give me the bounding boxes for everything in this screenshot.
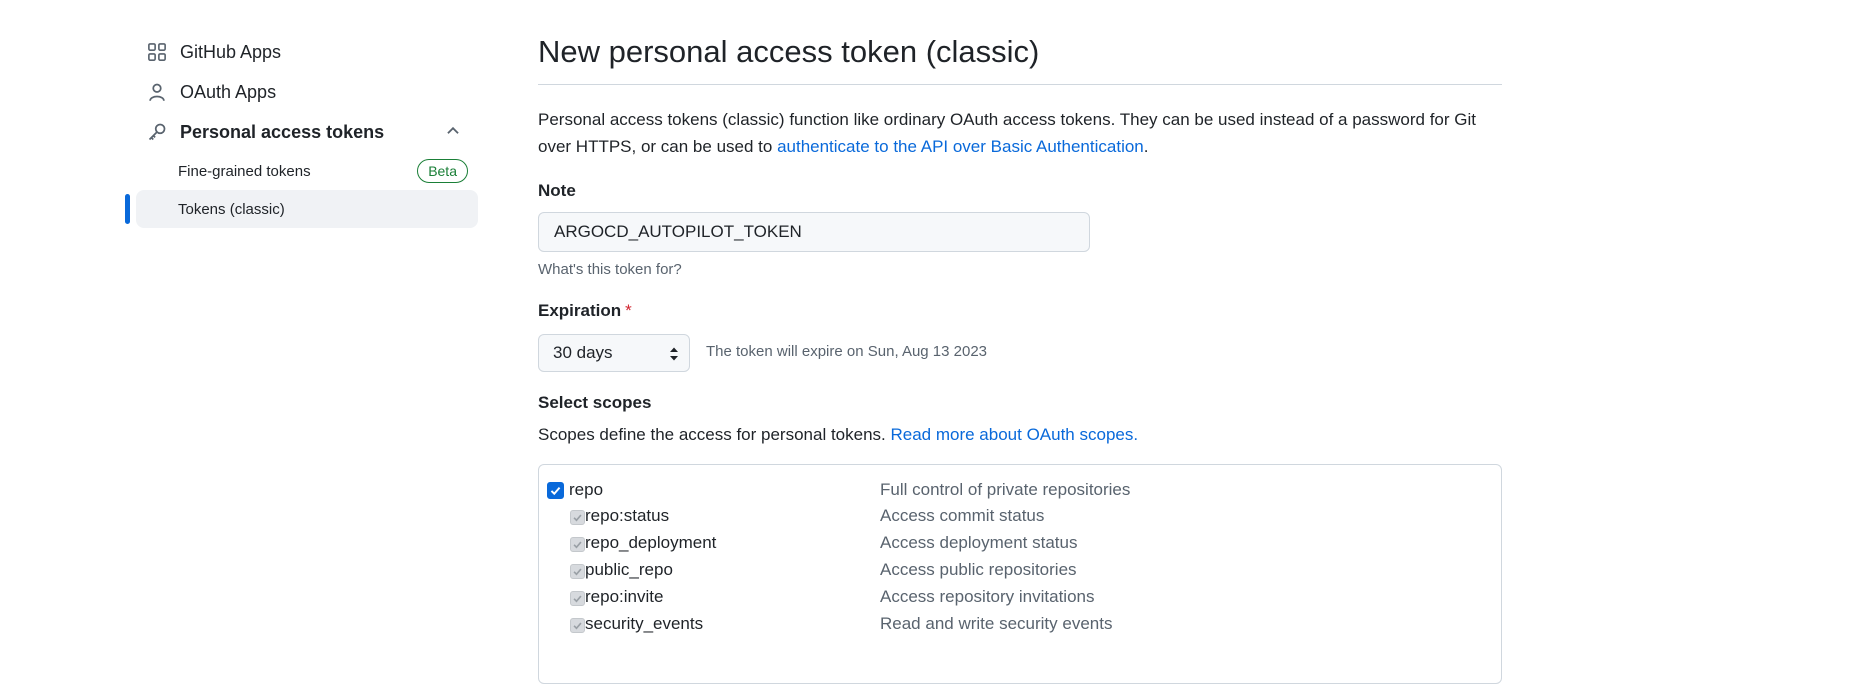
sidebar-item-label: Personal access tokens (180, 121, 385, 142)
expiration-select[interactable]: 30 days (538, 334, 690, 372)
check-icon (550, 487, 561, 496)
expiration-label: Expiration * (538, 301, 632, 321)
scope-name: repo_deployment (585, 533, 717, 552)
oauth-scopes-link[interactable]: Read more about OAuth scopes. (890, 425, 1138, 444)
intro-end: . (1143, 137, 1149, 156)
repo-deployment-checkbox[interactable] (570, 537, 585, 552)
scope-description: Access commit status (880, 506, 1045, 525)
scope-row-public-repo: public_repo Access public repositories (539, 557, 1499, 585)
repo-invite-checkbox[interactable] (570, 591, 585, 606)
page-title: New personal access token (classic) (538, 34, 1040, 69)
sidebar-item-fine-grained-tokens[interactable]: Fine-grained tokens Beta (136, 152, 478, 190)
required-mark: * (625, 301, 632, 320)
sidebar-item-label: GitHub Apps (180, 41, 282, 62)
person-icon (146, 81, 168, 103)
intro-paragraph: Personal access tokens (classic) functio… (538, 106, 1502, 160)
check-icon (573, 514, 582, 522)
scopes-description-text: Scopes define the access for personal to… (538, 425, 891, 444)
scope-description: Access repository invitations (880, 587, 1095, 606)
check-icon (573, 622, 582, 630)
expiration-selected-value: 30 days (553, 343, 613, 362)
scopes-label: Select scopes (538, 393, 652, 412)
check-icon (573, 568, 582, 576)
sidebar-subitem-label: Tokens (classic) (178, 200, 285, 218)
basic-auth-link[interactable]: authenticate to the API over Basic Authe… (777, 137, 1144, 156)
scope-description: Full control of private repositories (880, 480, 1131, 499)
scopes-list: repo Full control of private repositorie… (538, 464, 1502, 684)
scope-name: repo (569, 480, 604, 499)
scope-name: security_events (585, 614, 704, 633)
sidebar-item-label: OAuth Apps (180, 81, 277, 102)
note-input[interactable] (538, 212, 1090, 252)
scope-row-repo-status: repo:status Access commit status (539, 503, 1499, 531)
sidebar-item-personal-access-tokens[interactable]: Personal access tokens (118, 112, 478, 152)
scope-name: repo:invite (585, 587, 664, 606)
key-icon (146, 121, 168, 143)
scope-name: repo:status (585, 506, 670, 525)
scope-description: Access deployment status (880, 533, 1078, 552)
expiration-label-text: Expiration (538, 301, 622, 320)
repo-checkbox[interactable] (547, 482, 564, 499)
sidebar-item-oauth-apps[interactable]: OAuth Apps (118, 72, 478, 112)
apps-grid-icon (146, 41, 168, 63)
expiration-hint: The token will expire on Sun, Aug 13 202… (706, 343, 988, 360)
select-arrows-icon (670, 347, 678, 361)
public-repo-checkbox[interactable] (570, 564, 585, 579)
check-icon (573, 595, 582, 603)
settings-sidebar: GitHub Apps OAuth Apps Personal access t… (118, 32, 478, 228)
sidebar-item-tokens-classic[interactable]: Tokens (classic) (125, 190, 478, 228)
check-icon (573, 541, 582, 549)
sidebar-item-github-apps[interactable]: GitHub Apps (118, 32, 478, 72)
scope-description: Access public repositories (880, 560, 1077, 579)
scopes-description: Scopes define the access for personal to… (538, 425, 1138, 445)
repo-status-checkbox[interactable] (570, 510, 585, 525)
active-indicator (125, 194, 130, 224)
scope-row-repo-invite: repo:invite Access repository invitation… (539, 584, 1499, 612)
security-events-checkbox[interactable] (570, 618, 585, 633)
scope-row-security-events: security_events Read and write security … (539, 611, 1499, 639)
title-divider (538, 84, 1502, 85)
scope-row-repo-deployment: repo_deployment Access deployment status (539, 530, 1499, 558)
chevron-up-icon[interactable] (444, 122, 462, 140)
scope-name: public_repo (585, 560, 673, 579)
note-label: Note (538, 181, 576, 200)
note-hint: What's this token for? (538, 261, 682, 278)
sidebar-subitem-label: Fine-grained tokens (178, 162, 311, 180)
beta-badge: Beta (417, 159, 468, 183)
scope-row-repo: repo Full control of private repositorie… (539, 477, 1499, 505)
scope-description: Read and write security events (880, 614, 1113, 633)
